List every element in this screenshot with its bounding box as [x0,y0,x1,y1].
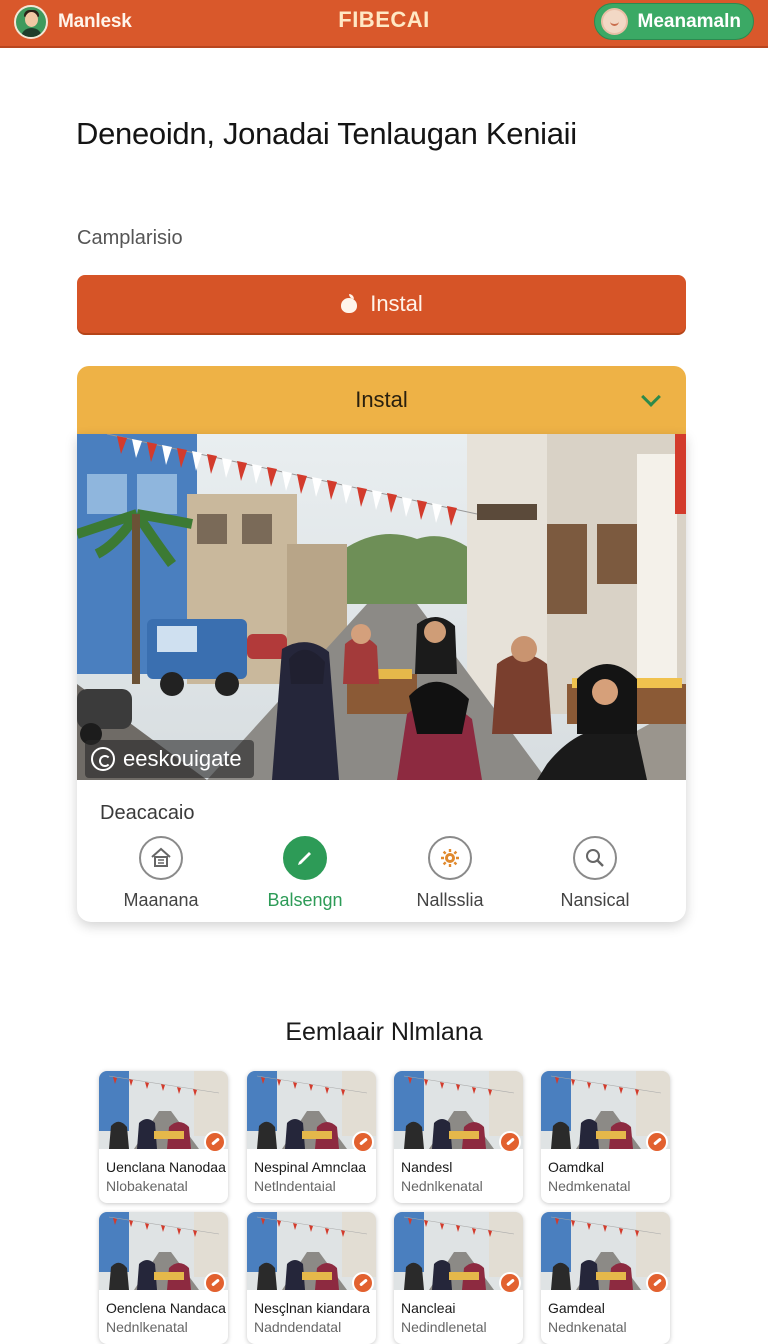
action-bar: Maanana Balsengn Nallsslia Nansical [77,836,686,916]
edit-badge-icon[interactable] [646,1131,668,1153]
photo-caption[interactable]: eeskouigate [85,740,254,778]
gallery-item-subtitle: Nednlkenatal [106,1319,188,1335]
install-button[interactable]: Instal [77,275,686,333]
gallery-item-title: Nespinal Amnclaa [254,1159,367,1175]
edit-badge-icon[interactable] [352,1131,374,1153]
street-market-photo [77,434,686,780]
action-label: Maanana [123,890,199,910]
gallery-item[interactable]: Oamdkal Nedmkenatal [541,1071,670,1203]
edit-badge-icon[interactable] [352,1272,374,1294]
gallery-item[interactable]: Nancleai Nedindlenetal [394,1212,523,1344]
gallery-item-subtitle: Nednkenatal [548,1319,627,1335]
page-title: Deneoidn, Jonadai Tenlaugan Keniaii [76,116,577,151]
home-icon [139,836,183,880]
page-subtitle: Camplarisio [77,227,183,249]
edit-icon [283,836,327,880]
account-avatar-icon [600,8,628,35]
action-nansical[interactable]: Nansical [525,836,665,911]
gallery-item-subtitle: Nedindlenetal [401,1319,487,1335]
feature-card: eeskouigate Deacacaio Maanana Balsengn N… [77,434,686,922]
chevron-down-icon [641,387,661,407]
gallery-item-subtitle: Netlndentaial [254,1178,336,1194]
gallery-item-title: Nandesl [401,1159,453,1175]
install-dropdown-label: Instal [355,387,408,412]
gallery-item-title: Uenclana Nanodaa [106,1159,226,1175]
gallery-title: Eemlaair Nlmlana [285,1018,483,1046]
edit-badge-icon[interactable] [204,1131,226,1153]
action-maanana[interactable]: Maanana [91,836,231,911]
gallery-item[interactable]: Nandesl Nednlkenatal [394,1071,523,1203]
gallery-item-title: Oamdkal [548,1159,605,1175]
edit-badge-icon[interactable] [499,1272,521,1294]
gallery-item[interactable]: Nespinal Amnclaa Netlndentaial [247,1071,376,1203]
gallery-item[interactable]: Nesçlnan kiandara Nadndendatal [247,1212,376,1344]
action-label: Nansical [560,890,630,910]
install-dropdown[interactable]: Instal [77,366,686,434]
section-label: Deacacaio [100,802,195,824]
account-label: Meanamaln [637,10,741,32]
gallery-item[interactable]: Gamdeal Nednkenatal [541,1212,670,1344]
gallery-item-title: Nancleai [401,1300,456,1316]
action-balsengn[interactable]: Balsengn [235,836,375,911]
action-label: Balsengn [267,890,343,910]
action-label: Nallsslia [416,890,484,910]
gallery-item-title: Oenclena Nandaca [106,1300,226,1316]
gallery-item[interactable]: Uenclana Nanodaa Nlobakenatal [99,1071,228,1203]
gallery-item-subtitle: Nedmkenatal [548,1178,631,1194]
edit-badge-icon[interactable] [204,1272,226,1294]
photo-caption-text: eeskouigate [123,746,242,771]
install-button-label: Instal [370,291,423,316]
top-app-bar: Manlesk FIBECAI Meanamaln [0,0,768,48]
settings-icon [428,836,472,880]
edit-badge-icon[interactable] [646,1272,668,1294]
gallery-item[interactable]: Oenclena Nandaca Nednlkenatal [99,1212,228,1344]
gallery-item-subtitle: Nlobakenatal [106,1178,188,1194]
gallery-item-title: Gamdeal [548,1300,605,1316]
refresh-icon [91,747,115,771]
gallery-item-title: Nesçlnan kiandara [254,1300,370,1316]
apple-icon [340,294,358,313]
action-nallsslia[interactable]: Nallsslia [380,836,520,911]
gallery-item-subtitle: Nadndendatal [254,1319,342,1335]
gallery-item-subtitle: Nednlkenatal [401,1178,483,1194]
search-icon [573,836,617,880]
account-button[interactable]: Meanamaln [593,3,754,40]
edit-badge-icon[interactable] [499,1131,521,1153]
